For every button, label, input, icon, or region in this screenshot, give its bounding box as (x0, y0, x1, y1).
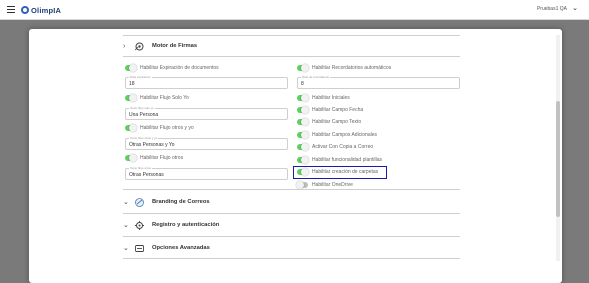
toggle-label: Habilitar Flujo otros (140, 154, 184, 161)
toggle-row-recordatorios[interactable]: Habilitar Recordatorios automáticos (297, 63, 391, 72)
solo-yo-text-field[interactable]: Texto flujo solo yo Una Persona (125, 106, 288, 120)
toggle-row-otros-yo[interactable]: Habilitar Flujo otros y yo (125, 123, 194, 132)
toggle-label: Habilitar Flujo otros y yo (140, 124, 194, 131)
toggle-label: Habilitar funcionalidad plantillas (312, 156, 383, 163)
iniciales-toggle[interactable] (297, 93, 309, 102)
dias-expiracion-field[interactable]: Días expiración 18 (125, 75, 288, 89)
toggle-label: Activar Con Copia a Correo (312, 143, 374, 150)
toggle-label: Habilitar Campo Texto (312, 118, 362, 125)
advanced-options-icon (134, 243, 145, 254)
otros-yo-toggle[interactable] (125, 123, 137, 132)
divider (123, 189, 460, 190)
toggle-row-campos-adicionales[interactable]: Habilitar Campos Adicionales (297, 130, 377, 139)
chevron-down-icon: ⌄ (123, 245, 129, 252)
email-branding-icon (134, 197, 145, 208)
divider (123, 213, 460, 214)
section-title: Motor de Firmas (152, 43, 198, 49)
field-legend: Días expiración (129, 75, 152, 79)
brand-logo[interactable]: OlimpIA (21, 4, 61, 16)
field-value: Una Persona (129, 112, 159, 118)
dias-recordatorio-field[interactable]: Días de recordatorio 8 (297, 75, 460, 89)
section-avanzadas[interactable]: ⌄ Opciones Avanzadas (123, 241, 210, 255)
divider (123, 236, 460, 237)
authentication-icon (134, 220, 145, 231)
expiracion-toggle[interactable] (125, 63, 137, 72)
field-value: Otras Personas (129, 172, 164, 178)
settings-modal: › Motor de Firmas Habilitar Expiración d… (29, 29, 562, 283)
chevron-down-icon: › (123, 42, 126, 50)
toggle-label: Habilitar Expiración de documentos (140, 64, 219, 71)
otros-yo-text-field[interactable]: Texto flujo otros y yo Otras Personas y … (125, 136, 288, 150)
field-legend: Texto flujo otros (129, 166, 153, 170)
toggle-label: Habilitar Campo Fecha (312, 106, 364, 113)
solo-yo-toggle[interactable] (125, 93, 137, 102)
top-bar: OlimpIA Pruebas1 QA ⌄ (0, 0, 589, 20)
toggle-row-otros[interactable]: Habilitar Flujo otros (125, 153, 183, 162)
scrollbar-thumb[interactable] (556, 101, 560, 217)
section-motor-firmas[interactable]: › Motor de Firmas (123, 39, 197, 53)
toggle-row-expiracion[interactable]: Habilitar Expiración de documentos (125, 63, 219, 72)
toggle-row-campo-fecha[interactable]: Habilitar Campo Fecha (297, 105, 363, 114)
recordatorios-toggle[interactable] (297, 63, 309, 72)
menu-icon[interactable] (7, 6, 15, 13)
brand-name: OlimpIA (31, 5, 62, 15)
otros-toggle[interactable] (125, 153, 137, 162)
field-value: 18 (129, 81, 135, 87)
chevron-down-icon: ⌄ (123, 199, 129, 206)
section-title: Registro y autenticación (152, 222, 220, 228)
toggle-row-onedrive[interactable]: Habilitar OneDrive (296, 180, 353, 189)
toggle-row-solo-yo[interactable]: Habilitar Flujo Solo Yo (125, 93, 189, 102)
toggle-label: Habilitar Recordatorios automáticos (312, 64, 392, 71)
field-legend: Texto flujo solo yo (129, 106, 155, 110)
section-title: Branding de Correos (152, 199, 210, 205)
toggle-label: Habilitar Iniciales (312, 94, 350, 101)
toggle-row-campo-texto[interactable]: Habilitar Campo Texto (297, 117, 361, 126)
otros-text-field[interactable]: Texto flujo otros Otras Personas (125, 166, 288, 180)
chevron-down-icon: ⌄ (123, 222, 129, 229)
divider (123, 35, 460, 36)
field-legend: Días de recordatorio (301, 75, 331, 79)
field-value: 8 (301, 81, 304, 87)
field-value: Otras Personas y Yo (129, 142, 175, 148)
user-name[interactable]: Pruebas1 QA (537, 6, 567, 12)
divider (123, 258, 460, 259)
toggle-row-copia-correo[interactable]: Activar Con Copia a Correo (297, 142, 373, 151)
toggle-row-iniciales[interactable]: Habilitar Iniciales (297, 93, 350, 102)
toggle-label: Habilitar Flujo Solo Yo (140, 94, 189, 101)
section-branding[interactable]: ⌄ Branding de Correos (123, 195, 210, 209)
campo-fecha-toggle[interactable] (297, 105, 309, 114)
field-legend: Texto flujo otros y yo (129, 136, 159, 140)
signature-engine-icon (134, 41, 145, 52)
plantillas-toggle[interactable] (297, 155, 309, 164)
chevron-down-icon[interactable]: ⌄ (572, 4, 578, 12)
onedrive-toggle[interactable] (296, 180, 308, 189)
highlight-box (293, 166, 387, 179)
toggle-label: Habilitar Campos Adicionales (312, 131, 378, 138)
section-registro[interactable]: ⌄ Registro y autenticación (123, 218, 219, 232)
copia-correo-toggle[interactable] (297, 142, 309, 151)
campo-texto-toggle[interactable] (297, 117, 309, 126)
section-title: Opciones Avanzadas (152, 245, 210, 251)
campos-adicionales-toggle[interactable] (297, 130, 309, 139)
toggle-row-plantillas[interactable]: Habilitar funcionalidad plantillas (297, 155, 382, 164)
toggle-label: Habilitar OneDrive (312, 181, 353, 188)
logo-mark-icon (21, 6, 29, 14)
divider (123, 56, 460, 57)
